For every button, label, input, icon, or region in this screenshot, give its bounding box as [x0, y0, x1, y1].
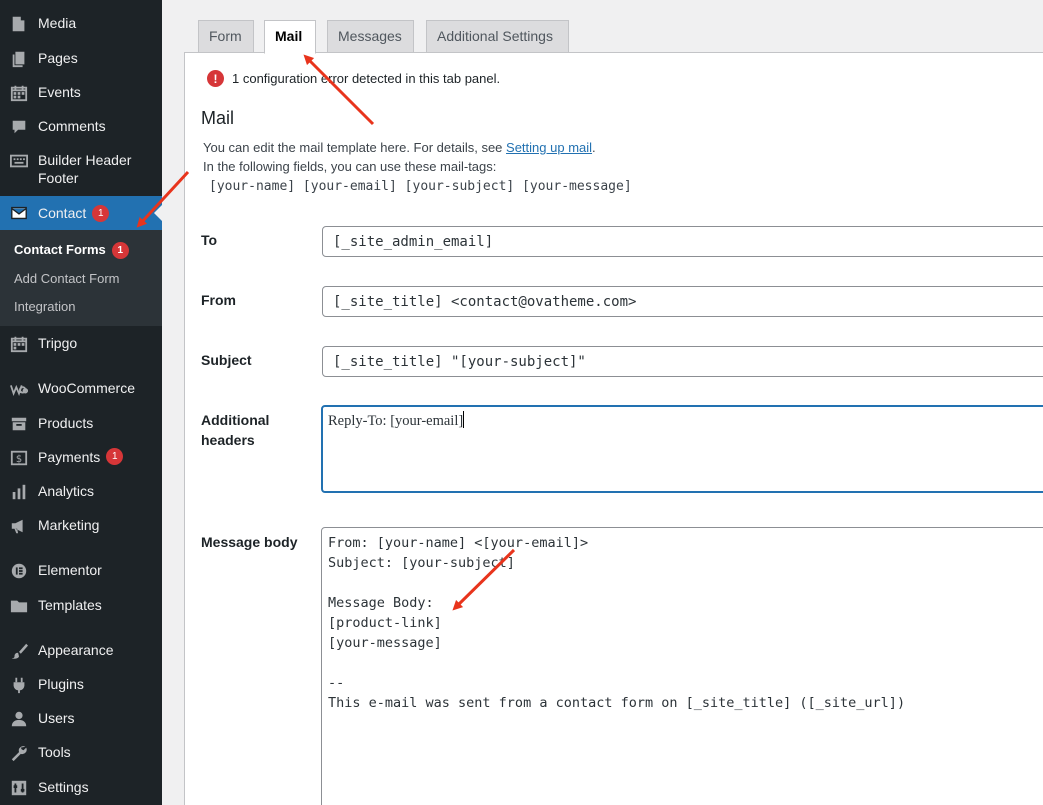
- megaphone-icon: [0, 516, 38, 535]
- setting-up-mail-link[interactable]: Setting up mail: [506, 140, 592, 155]
- mail-heading: Mail: [201, 108, 235, 128]
- menu-item-builder-header-footer[interactable]: Builder Header Footer: [0, 151, 162, 187]
- menu-item-label: Media: [38, 15, 77, 31]
- elementor-icon: [0, 561, 38, 580]
- dollar-icon: $: [0, 448, 38, 467]
- menu-item-analytics[interactable]: Analytics: [0, 482, 162, 501]
- label-line: headers: [201, 432, 255, 448]
- to-input[interactable]: [_site_admin_email]: [322, 226, 1043, 257]
- notification-badge: 1: [92, 204, 110, 222]
- menu-item-label: Contact: [38, 205, 87, 221]
- menu-item-payments[interactable]: $ Payments 1: [0, 448, 162, 467]
- submenu-item-contact-forms[interactable]: Contact Forms 1: [14, 242, 129, 259]
- menu-item-label: Pages: [38, 50, 78, 66]
- to-label: To: [201, 232, 218, 248]
- mail-description: You can edit the mail template here. For…: [203, 140, 596, 155]
- menu-item-label: Builder Header Footer: [38, 152, 132, 186]
- tab-additional-settings[interactable]: Additional Settings: [426, 20, 569, 53]
- menu-item-events[interactable]: Events: [0, 83, 162, 102]
- menu-item-comments[interactable]: Comments: [0, 117, 162, 136]
- submenu-item-integration[interactable]: Integration: [14, 299, 75, 314]
- woocommerce-icon: [0, 379, 38, 398]
- menu-item-tripgo[interactable]: Tripgo: [0, 334, 162, 353]
- menu-item-settings[interactable]: Settings: [0, 778, 162, 797]
- mail-icon: [0, 204, 38, 222]
- menu-item-products[interactable]: Products: [0, 414, 162, 433]
- description-suffix: .: [592, 140, 596, 155]
- calendar-icon: [0, 83, 38, 102]
- menu-item-label: Payments: [38, 449, 101, 465]
- notification-badge: 1: [106, 448, 124, 465]
- menu-item-contact[interactable]: Contact 1: [0, 196, 162, 230]
- menu-item-appearance[interactable]: Appearance: [0, 641, 162, 660]
- menu-item-label: Users: [38, 710, 75, 726]
- label-line: Additional: [201, 412, 270, 428]
- submenu-item-add-contact-form[interactable]: Add Contact Form: [14, 271, 120, 286]
- from-input[interactable]: [_site_title] <contact@ovatheme.com>: [322, 286, 1043, 317]
- contact-submenu: Contact Forms 1 Add Contact Form Integrat…: [0, 230, 162, 326]
- wrench-icon: [0, 743, 38, 762]
- menu-item-woocommerce[interactable]: WooCommerce: [0, 379, 162, 398]
- subject-label: Subject: [201, 352, 252, 368]
- user-icon: [0, 709, 38, 728]
- error-icon: !: [207, 70, 224, 87]
- comment-icon: [0, 117, 38, 136]
- message-body-textarea[interactable]: From: [your-name] <[your-email]> Subject…: [321, 527, 1043, 805]
- from-label: From: [201, 292, 236, 308]
- calendar-icon: [0, 334, 38, 353]
- menu-item-label: Analytics: [38, 483, 95, 499]
- menu-item-elementor[interactable]: Elementor: [0, 561, 162, 580]
- menu-item-label: WooCommerce: [38, 380, 135, 396]
- config-error-notice: ! 1 configuration error detected in this…: [207, 70, 500, 87]
- menu-item-users[interactable]: Users: [0, 709, 162, 728]
- additional-headers-textarea[interactable]: Reply-To: [your-email]: [321, 405, 1043, 493]
- menu-item-plugins[interactable]: Plugins: [0, 675, 162, 694]
- menu-item-label: Marketing: [38, 517, 100, 533]
- description-text: You can edit the mail template here. For…: [203, 140, 507, 155]
- folder-icon: [0, 596, 38, 615]
- menu-item-templates[interactable]: Templates: [0, 596, 162, 615]
- media-icon: [0, 14, 38, 33]
- tab-mail[interactable]: Mail: [264, 20, 316, 54]
- menu-item-label: Plugins: [38, 676, 84, 692]
- tab-form[interactable]: Form: [198, 20, 254, 53]
- main-content: Form Mail Messages Additional Settings !…: [162, 0, 1043, 805]
- additional-headers-label: Additional headers: [201, 410, 269, 450]
- mail-tab-panel: ! 1 configuration error detected in this…: [184, 52, 1043, 805]
- brush-icon: [0, 641, 38, 660]
- admin-sidebar: Media Pages Events Comments Builder Head…: [0, 0, 162, 805]
- menu-item-label: Tools: [38, 744, 71, 760]
- menu-item-media[interactable]: Media: [0, 14, 162, 33]
- menu-item-label: Comments: [38, 118, 106, 134]
- menu-item-marketing[interactable]: Marketing: [0, 516, 162, 535]
- subject-input[interactable]: [_site_title] "[your-subject]": [322, 346, 1043, 377]
- menu-item-label: Templates: [38, 597, 102, 613]
- menu-item-label: Events: [38, 84, 81, 100]
- menu-item-pages[interactable]: Pages: [0, 49, 162, 68]
- submenu-item-label: Contact Forms: [14, 242, 106, 257]
- keyboard-icon: [0, 151, 38, 170]
- menu-item-label: Products: [38, 415, 94, 431]
- menu-item-label: Elementor: [38, 562, 102, 578]
- mail-tags-intro: In the following fields, you can use the…: [203, 159, 497, 174]
- pages-icon: [0, 49, 38, 68]
- mail-tags-list: [your-name] [your-email] [your-subject] …: [209, 179, 632, 194]
- svg-text:$: $: [16, 454, 22, 465]
- config-error-text: 1 configuration error detected in this t…: [232, 71, 501, 86]
- tab-messages[interactable]: Messages: [327, 20, 414, 53]
- plugin-icon: [0, 675, 38, 694]
- chart-icon: [0, 482, 38, 501]
- notification-badge: 1: [111, 242, 129, 259]
- settings-icon: [0, 778, 38, 797]
- menu-item-label: Settings: [38, 779, 89, 795]
- menu-item-tools[interactable]: Tools: [0, 743, 162, 762]
- menu-item-label: Tripgo: [38, 335, 78, 351]
- menu-item-label: Appearance: [38, 642, 114, 658]
- message-body-label: Message body: [201, 534, 298, 550]
- archive-icon: [0, 414, 38, 433]
